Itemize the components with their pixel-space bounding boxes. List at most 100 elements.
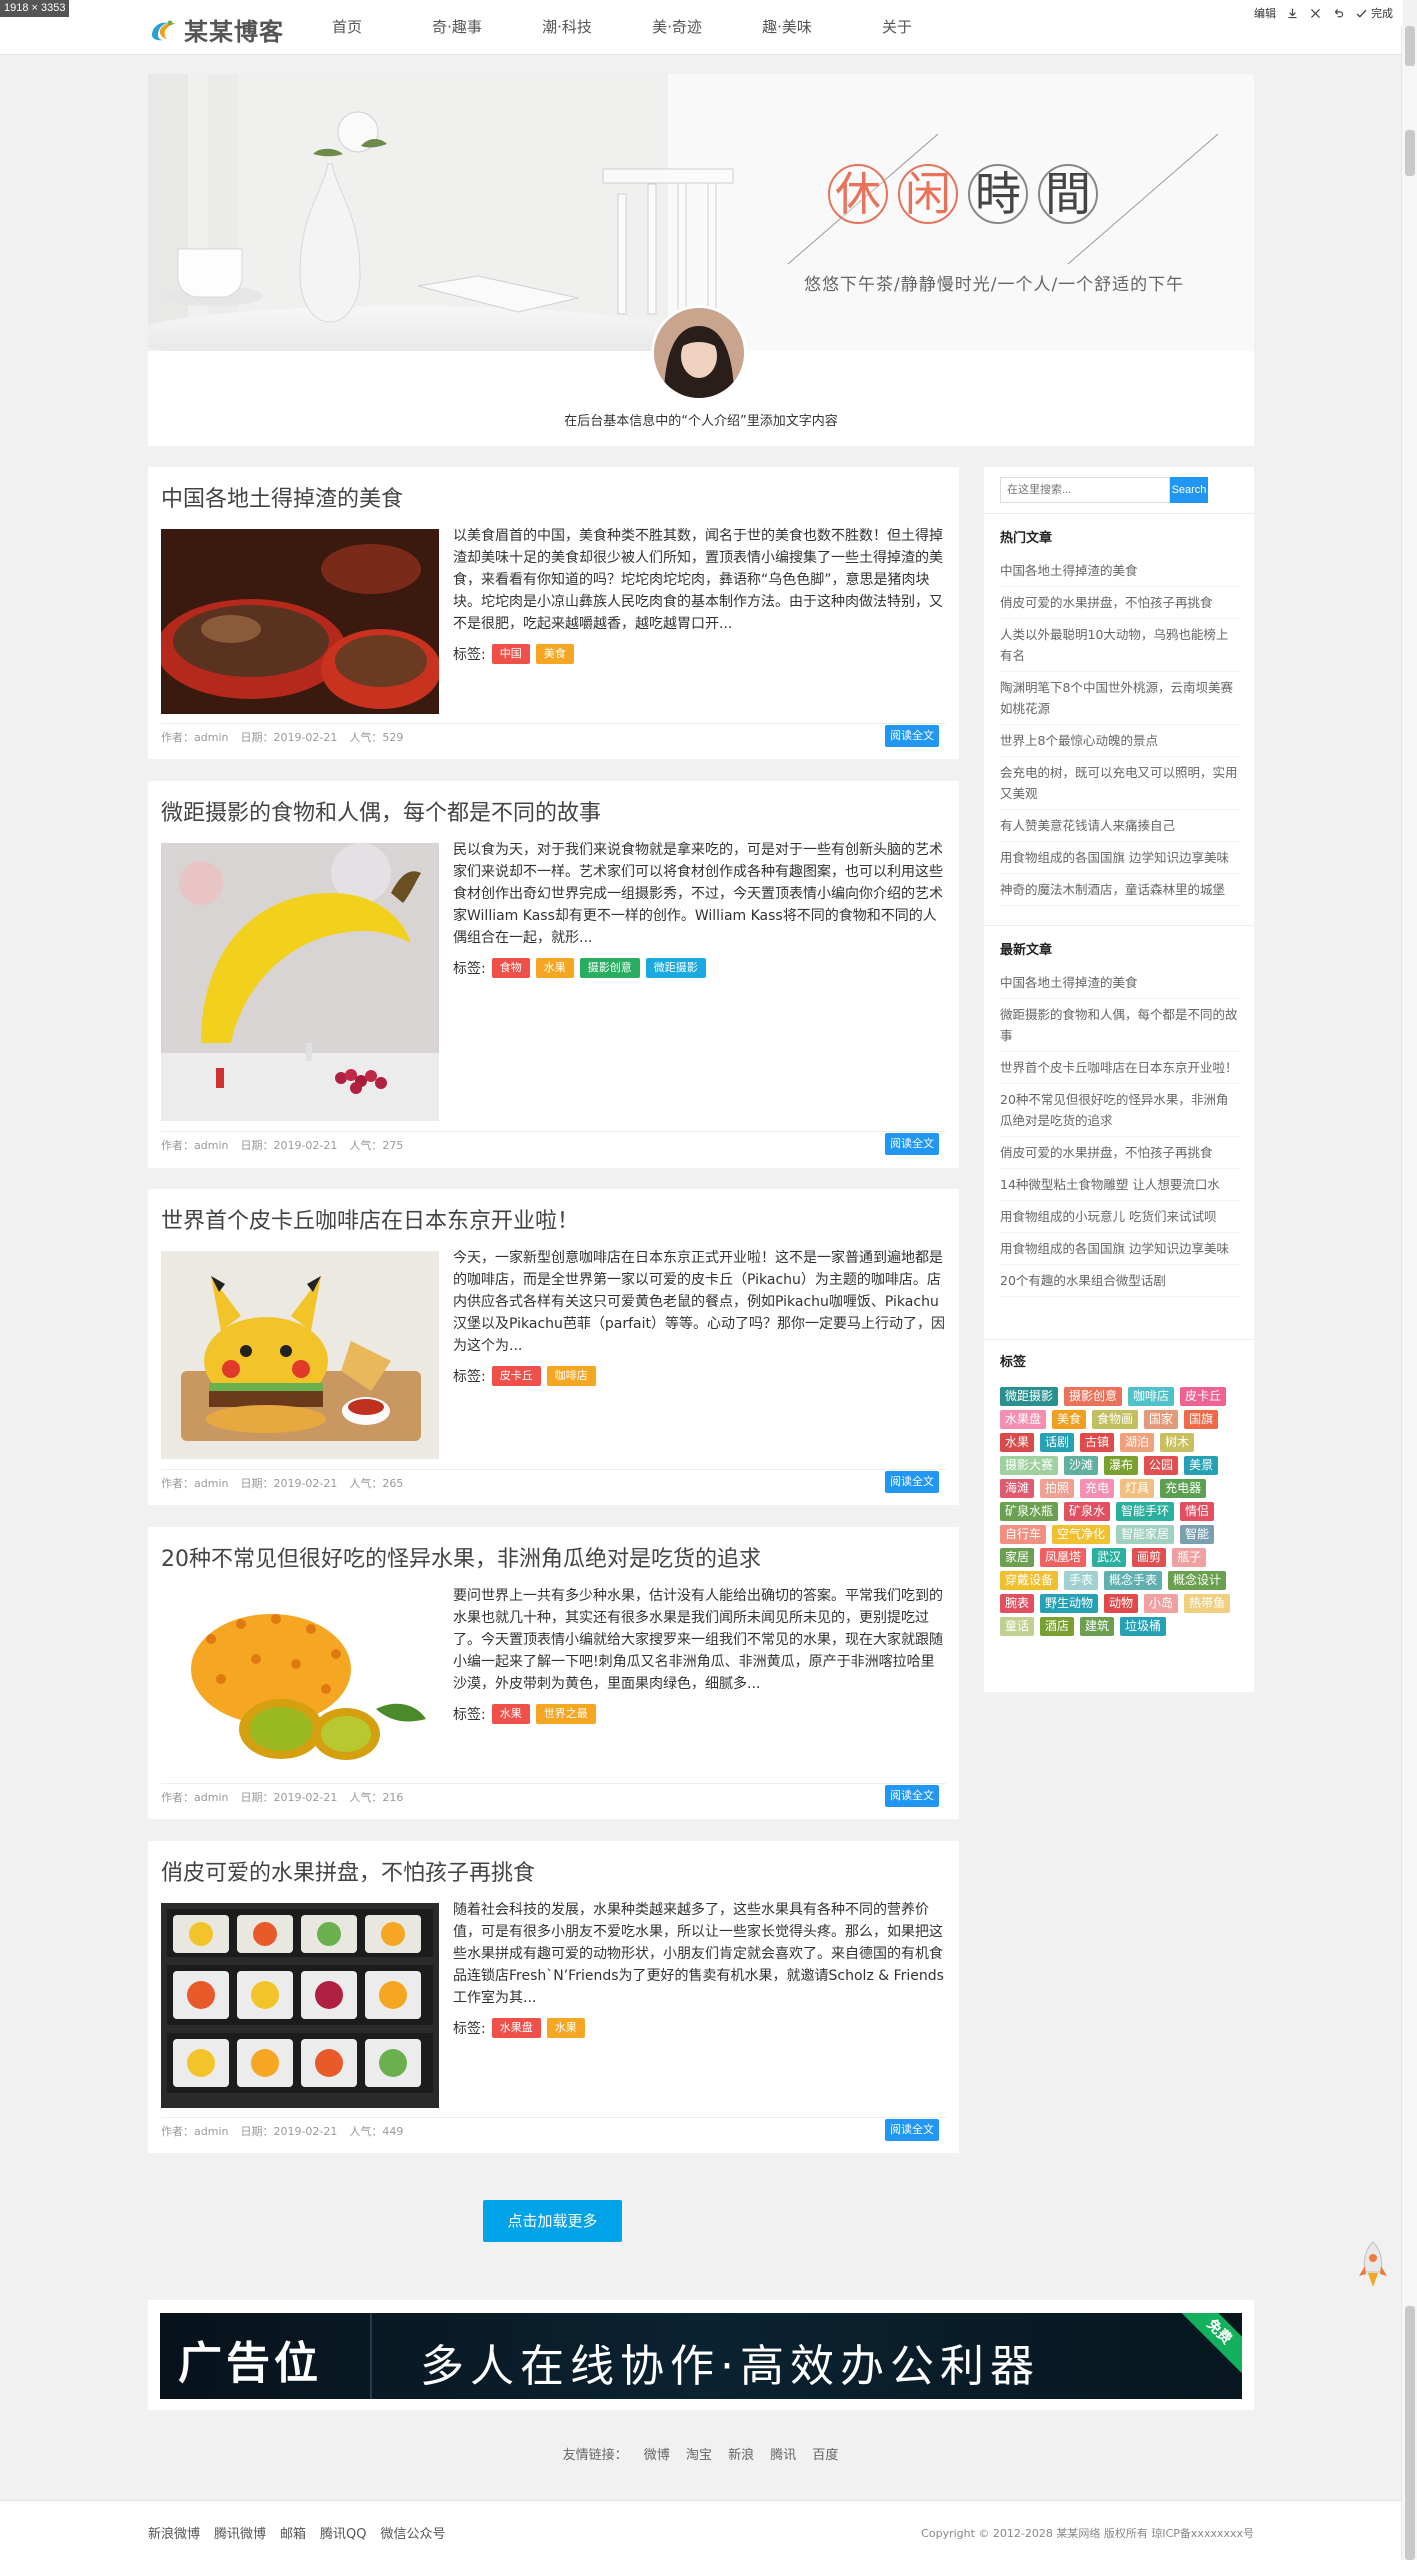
tag-cloud-item[interactable]: 垃圾桶 bbox=[1120, 1617, 1167, 1636]
nav-item-about[interactable]: 关于 bbox=[842, 0, 952, 55]
article-title[interactable]: 中国各地土得掉渣的美食 bbox=[161, 481, 403, 513]
nav-item-tech[interactable]: 潮·科技 bbox=[512, 0, 622, 55]
tag-cloud-item[interactable]: 童话 bbox=[1000, 1617, 1035, 1636]
article-title[interactable]: 俏皮可爱的水果拼盘，不怕孩子再挑食 bbox=[161, 1855, 535, 1887]
friend-link[interactable]: 腾讯 bbox=[770, 2448, 796, 2463]
article-thumbnail[interactable] bbox=[161, 1589, 439, 1774]
tag-cloud-item[interactable]: 手表 bbox=[1064, 1571, 1099, 1590]
tag-cloud-item[interactable]: 智能 bbox=[1180, 1525, 1215, 1544]
tag-cloud-item[interactable]: 武汉 bbox=[1092, 1548, 1127, 1567]
tag-link[interactable]: 世界之最 bbox=[535, 1704, 596, 1724]
tag-link[interactable]: 皮卡丘 bbox=[491, 1366, 541, 1386]
tag-cloud-item[interactable]: 情侣 bbox=[1180, 1502, 1215, 1521]
tag-cloud-item[interactable]: 画剪 bbox=[1132, 1548, 1167, 1567]
sidebar-article-link[interactable]: 有人赞美意花钱请人来痛揍自己 bbox=[1000, 810, 1240, 842]
tag-cloud-item[interactable]: 充电器 bbox=[1160, 1479, 1207, 1498]
done-button[interactable]: 完成 bbox=[1355, 5, 1393, 21]
tag-cloud-item[interactable]: 动物 bbox=[1104, 1594, 1139, 1613]
scrollbar-thumb-bottom[interactable] bbox=[1405, 2306, 1415, 2560]
tag-cloud-item[interactable]: 灯具 bbox=[1120, 1479, 1155, 1498]
article-thumbnail[interactable] bbox=[161, 843, 439, 1121]
tag-cloud-item[interactable]: 摄影大赛 bbox=[1000, 1456, 1059, 1475]
friend-link[interactable]: 淘宝 bbox=[686, 2448, 712, 2463]
load-more-button[interactable]: 点击加载更多 bbox=[483, 2200, 622, 2242]
tag-cloud-item[interactable]: 摄影创意 bbox=[1064, 1387, 1123, 1406]
tag-cloud-item[interactable]: 美景 bbox=[1184, 1456, 1219, 1475]
tag-link[interactable]: 中国 bbox=[491, 644, 530, 664]
nav-item-oddities[interactable]: 奇·趣事 bbox=[402, 0, 512, 55]
tag-cloud-item[interactable]: 拍照 bbox=[1040, 1479, 1075, 1498]
tag-cloud-item[interactable]: 咖啡店 bbox=[1128, 1387, 1175, 1406]
tag-cloud-item[interactable]: 瓶子 bbox=[1172, 1548, 1207, 1567]
footer-link[interactable]: 腾讯微博 bbox=[214, 2523, 266, 2542]
tag-cloud-item[interactable]: 话剧 bbox=[1040, 1433, 1075, 1452]
friend-link[interactable]: 新浪 bbox=[728, 2448, 754, 2463]
tag-cloud-item[interactable]: 凤凰塔 bbox=[1040, 1548, 1087, 1567]
tag-cloud-item[interactable]: 腕表 bbox=[1000, 1594, 1035, 1613]
footer-link[interactable]: 邮箱 bbox=[280, 2523, 306, 2542]
read-more-button[interactable]: 阅读全文 bbox=[885, 2119, 939, 2141]
tag-link[interactable]: 美食 bbox=[535, 644, 574, 664]
tag-link[interactable]: 咖啡店 bbox=[546, 1366, 596, 1386]
tag-link[interactable]: 微距摄影 bbox=[645, 958, 706, 978]
tag-link[interactable]: 水果 bbox=[546, 2018, 585, 2038]
sidebar-article-link[interactable]: 用食物组成的小玩意儿 吃货们来试试呗 bbox=[1000, 1201, 1240, 1233]
sidebar-article-link[interactable]: 20种不常见但很好吃的怪异水果，非洲角瓜绝对是吃货的追求 bbox=[1000, 1084, 1240, 1137]
tag-cloud-item[interactable]: 建筑 bbox=[1080, 1617, 1115, 1636]
undo-button[interactable] bbox=[1332, 7, 1345, 20]
sidebar-article-link[interactable]: 世界上8个最惊心动魄的景点 bbox=[1000, 725, 1240, 757]
tag-link[interactable]: 食物 bbox=[491, 958, 530, 978]
tag-cloud-item[interactable]: 微距摄影 bbox=[1000, 1387, 1059, 1406]
tag-cloud-item[interactable]: 水果 bbox=[1000, 1433, 1035, 1452]
sidebar-article-link[interactable]: 俏皮可爱的水果拼盘，不怕孩子再挑食 bbox=[1000, 587, 1240, 619]
sidebar-article-link[interactable]: 世界首个皮卡丘咖啡店在日本东京开业啦！ bbox=[1000, 1052, 1240, 1084]
tag-cloud-item[interactable]: 沙滩 bbox=[1064, 1456, 1099, 1475]
friend-link[interactable]: 微博 bbox=[644, 2448, 670, 2463]
sidebar-article-link[interactable]: 14种微型粘土食物雕塑 让人想要流口水 bbox=[1000, 1169, 1240, 1201]
tag-cloud-item[interactable]: 树木 bbox=[1160, 1433, 1195, 1452]
tag-cloud-item[interactable]: 公园 bbox=[1144, 1456, 1179, 1475]
tag-cloud-item[interactable]: 智能手环 bbox=[1116, 1502, 1175, 1521]
tag-cloud-item[interactable]: 海滩 bbox=[1000, 1479, 1035, 1498]
sidebar-article-link[interactable]: 微距摄影的食物和人偶，每个都是不同的故事 bbox=[1000, 999, 1240, 1052]
tag-cloud-item[interactable]: 湖泊 bbox=[1120, 1433, 1155, 1452]
nav-item-food[interactable]: 趣·美味 bbox=[732, 0, 842, 55]
tag-link[interactable]: 水果 bbox=[535, 958, 574, 978]
sidebar-article-link[interactable]: 俏皮可爱的水果拼盘，不怕孩子再挑食 bbox=[1000, 1137, 1240, 1169]
tag-cloud-item[interactable]: 智能家居 bbox=[1116, 1525, 1175, 1544]
tag-cloud-item[interactable]: 概念设计 bbox=[1168, 1571, 1227, 1590]
tag-cloud-item[interactable]: 水果盘 bbox=[1000, 1410, 1047, 1429]
ad-banner[interactable]: 广告位 多人在线协作·高效办公利器 免费 bbox=[148, 2300, 1254, 2410]
tag-cloud-item[interactable]: 野生动物 bbox=[1040, 1594, 1099, 1613]
article-title[interactable]: 20种不常见但很好吃的怪异水果，非洲角瓜绝对是吃货的追求 bbox=[161, 1541, 761, 1573]
tag-cloud-item[interactable]: 自行车 bbox=[1000, 1525, 1047, 1544]
close-button[interactable] bbox=[1309, 7, 1322, 20]
tag-cloud-item[interactable]: 家居 bbox=[1000, 1548, 1035, 1567]
sidebar-article-link[interactable]: 用食物组成的各国国旗 边学知识边享美味 bbox=[1000, 842, 1240, 874]
tag-cloud-item[interactable]: 矿泉水瓶 bbox=[1000, 1502, 1059, 1521]
sidebar-article-link[interactable]: 用食物组成的各国国旗 边学知识边享美味 bbox=[1000, 1233, 1240, 1265]
tag-cloud-item[interactable]: 热带鱼 bbox=[1184, 1594, 1231, 1613]
footer-link[interactable]: 微信公众号 bbox=[381, 2523, 446, 2542]
tag-link[interactable]: 摄影创意 bbox=[579, 958, 640, 978]
read-more-button[interactable]: 阅读全文 bbox=[885, 725, 939, 747]
article-thumbnail[interactable] bbox=[161, 1903, 439, 2108]
search-input[interactable] bbox=[1000, 477, 1170, 503]
read-more-button[interactable]: 阅读全文 bbox=[885, 1471, 939, 1493]
nav-item-home[interactable]: 首页 bbox=[292, 0, 402, 55]
tag-cloud-item[interactable]: 食物画 bbox=[1092, 1410, 1139, 1429]
avatar[interactable] bbox=[651, 305, 747, 401]
tag-cloud-item[interactable]: 国旗 bbox=[1184, 1410, 1219, 1429]
download-button[interactable] bbox=[1286, 7, 1299, 20]
site-logo[interactable]: 某某博客 bbox=[148, 12, 284, 47]
friend-link[interactable]: 百度 bbox=[812, 2448, 838, 2463]
tag-cloud-item[interactable]: 空气净化 bbox=[1052, 1525, 1111, 1544]
sidebar-article-link[interactable]: 中国各地土得掉渣的美食 bbox=[1000, 967, 1240, 999]
sidebar-article-link[interactable]: 会充电的树，既可以充电又可以照明，实用又美观 bbox=[1000, 757, 1240, 810]
tag-cloud-item[interactable]: 美食 bbox=[1052, 1410, 1087, 1429]
footer-link[interactable]: 新浪微博 bbox=[148, 2523, 200, 2542]
nav-item-wonders[interactable]: 美·奇迹 bbox=[622, 0, 732, 55]
tag-cloud-item[interactable]: 古镇 bbox=[1080, 1433, 1115, 1452]
edit-button[interactable]: 编辑 bbox=[1254, 5, 1276, 21]
tag-cloud-item[interactable]: 穿戴设备 bbox=[1000, 1571, 1059, 1590]
